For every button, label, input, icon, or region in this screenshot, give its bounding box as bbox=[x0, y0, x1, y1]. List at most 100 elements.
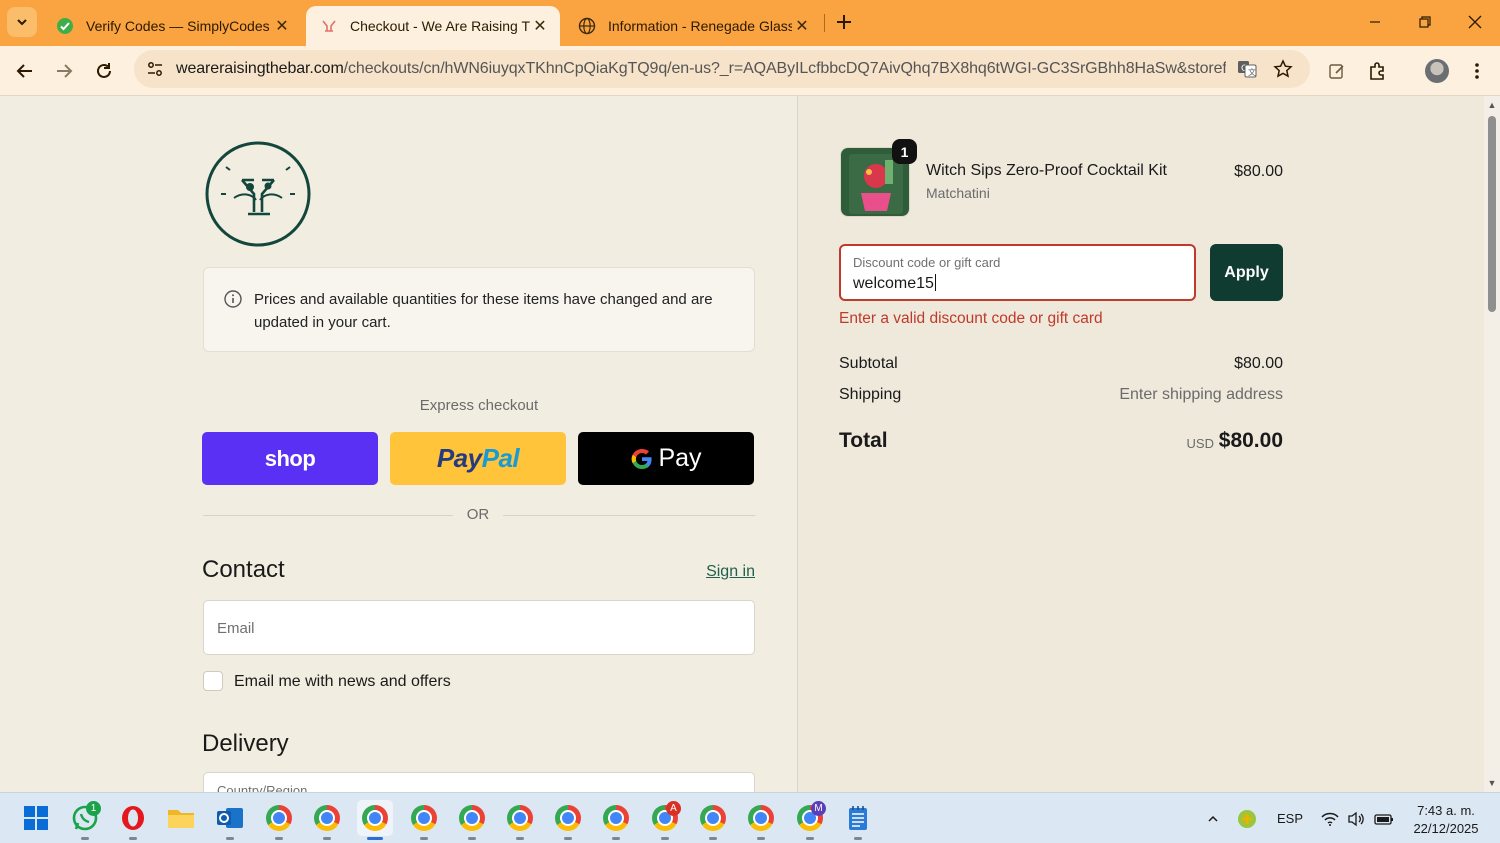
chrome-profile-4[interactable] bbox=[406, 800, 442, 840]
chrome-profile-12[interactable]: M bbox=[792, 800, 828, 840]
minimize-icon bbox=[1370, 21, 1380, 23]
tab-separator bbox=[824, 14, 825, 32]
tray-app-icon[interactable] bbox=[1234, 793, 1260, 843]
tab-renegade-glass[interactable]: Information - Renegade Glass - ✕ bbox=[564, 6, 822, 46]
avatar bbox=[1425, 59, 1449, 83]
browser-menu-button[interactable] bbox=[1462, 56, 1492, 86]
page-scrollbar[interactable]: ▲ ▼ bbox=[1484, 96, 1500, 792]
close-icon[interactable]: ✕ bbox=[792, 16, 812, 36]
running-indicator bbox=[854, 837, 862, 840]
chrome-profile-6[interactable] bbox=[502, 800, 538, 840]
chrome-profile-2[interactable] bbox=[309, 800, 345, 840]
notepad-icon bbox=[849, 806, 867, 830]
battery-icon[interactable] bbox=[1372, 793, 1396, 843]
google-pay-label: Pay bbox=[658, 444, 702, 472]
reload-button[interactable] bbox=[89, 56, 119, 86]
browser-toolbar: weareraisingthebar.com/checkouts/cn/hWN6… bbox=[0, 46, 1500, 96]
paypal-pal-text: Pal bbox=[481, 443, 520, 473]
close-icon[interactable]: ✕ bbox=[272, 16, 292, 36]
quantity-badge: 1 bbox=[892, 139, 917, 164]
chrome-icon bbox=[266, 805, 292, 831]
show-hidden-icons-button[interactable] bbox=[1200, 793, 1226, 843]
chrome-profile-8[interactable] bbox=[598, 800, 634, 840]
running-indicator bbox=[367, 837, 383, 840]
opera-app[interactable] bbox=[115, 800, 151, 840]
scroll-up-arrow-icon[interactable]: ▲ bbox=[1487, 100, 1497, 110]
email-field[interactable]: Email bbox=[203, 600, 755, 655]
shop-pay-button[interactable]: shop bbox=[202, 432, 378, 485]
sign-in-link[interactable]: Sign in bbox=[690, 563, 755, 581]
file-explorer-app[interactable] bbox=[163, 800, 199, 836]
extensions-icon[interactable] bbox=[1363, 56, 1393, 86]
product-name: Witch Sips Zero-Proof Cocktail Kit bbox=[926, 162, 1167, 179]
language-indicator[interactable]: ESP bbox=[1270, 793, 1310, 843]
chrome-icon bbox=[411, 805, 437, 831]
chevron-down-icon bbox=[17, 19, 27, 26]
bookmark-star-icon[interactable] bbox=[1268, 54, 1298, 84]
clock-time: 7:43 a. m. bbox=[1417, 803, 1475, 818]
checkout-page: Prices and available quantities for thes… bbox=[0, 96, 1484, 792]
tab-simplycodes[interactable]: Verify Codes — SimplyCodes ✕ bbox=[42, 6, 302, 46]
edit-icon[interactable] bbox=[1322, 56, 1352, 86]
profile-badge: A bbox=[666, 801, 681, 816]
chevron-up-icon bbox=[1208, 815, 1218, 822]
chrome-profile-3[interactable] bbox=[357, 800, 393, 840]
minimize-button[interactable] bbox=[1350, 4, 1400, 40]
tab-search-button[interactable] bbox=[7, 7, 37, 37]
text-caret bbox=[934, 274, 936, 291]
country-region-select[interactable]: Country/Region bbox=[203, 772, 755, 792]
news-offers-label: Email me with news and offers bbox=[234, 673, 451, 690]
forward-button[interactable] bbox=[49, 56, 79, 86]
tab-title: Verify Codes — SimplyCodes bbox=[86, 18, 270, 34]
apply-button[interactable]: Apply bbox=[1210, 244, 1283, 301]
outlook-app[interactable] bbox=[212, 800, 248, 840]
whatsapp-badge: 1 bbox=[86, 801, 101, 816]
raising-the-bar-logo[interactable] bbox=[204, 140, 312, 248]
subtotal-label: Subtotal bbox=[839, 355, 898, 372]
close-icon[interactable]: ✕ bbox=[530, 16, 550, 36]
clock-date: 22/12/2025 bbox=[1413, 821, 1479, 836]
windows-taskbar: 1 A M ESP 7:43 a. m. 22/12/2025 bbox=[0, 792, 1500, 843]
discount-value: welcome15 bbox=[853, 274, 936, 293]
chrome-profile-7[interactable] bbox=[550, 800, 586, 840]
shipping-label: Shipping bbox=[839, 386, 902, 403]
scroll-down-arrow-icon[interactable]: ▼ bbox=[1487, 778, 1497, 788]
opera-icon bbox=[122, 806, 144, 830]
paypal-pay-text: Pay bbox=[436, 443, 482, 473]
url-host: weareraisingthebar.com bbox=[176, 60, 344, 77]
chrome-profile-5[interactable] bbox=[454, 800, 490, 840]
running-indicator bbox=[226, 837, 234, 840]
scrollbar-thumb[interactable] bbox=[1488, 116, 1496, 312]
restore-button[interactable] bbox=[1400, 4, 1450, 40]
google-pay-button[interactable]: Pay bbox=[578, 432, 754, 485]
chrome-profile-10[interactable] bbox=[695, 800, 731, 840]
notice-text: Prices and available quantities for thes… bbox=[254, 291, 713, 331]
chrome-icon bbox=[603, 805, 629, 831]
system-clock[interactable]: 7:43 a. m. 22/12/2025 bbox=[1402, 802, 1490, 838]
tab-checkout[interactable]: Checkout - We Are Raising The ✕ bbox=[306, 6, 560, 46]
chrome-profile-11[interactable] bbox=[743, 800, 779, 840]
close-window-button[interactable] bbox=[1450, 4, 1500, 40]
discount-value-text: welcome15 bbox=[853, 275, 934, 292]
discount-code-input[interactable]: Discount code or gift card welcome15 bbox=[839, 244, 1196, 301]
subtotal-value: $80.00 bbox=[1234, 355, 1283, 372]
new-tab-button[interactable] bbox=[830, 8, 858, 36]
google-g-icon bbox=[632, 448, 653, 469]
notepad-app[interactable] bbox=[840, 800, 876, 840]
running-indicator bbox=[806, 837, 814, 840]
back-button[interactable] bbox=[10, 56, 40, 86]
site-info-icon[interactable] bbox=[138, 52, 172, 86]
wifi-icon[interactable] bbox=[1318, 793, 1342, 843]
translate-icon[interactable]: G文 bbox=[1232, 54, 1262, 84]
news-offers-checkbox[interactable] bbox=[203, 671, 223, 691]
volume-icon[interactable] bbox=[1344, 793, 1368, 843]
chrome-profile-1[interactable] bbox=[261, 800, 297, 840]
profile-avatar[interactable] bbox=[1422, 56, 1452, 86]
chrome-profile-9[interactable]: A bbox=[647, 800, 683, 840]
paypal-button[interactable]: PayPal bbox=[390, 432, 566, 485]
whatsapp-app[interactable]: 1 bbox=[67, 800, 103, 840]
address-bar[interactable]: weareraisingthebar.com/checkouts/cn/hWN6… bbox=[134, 50, 1310, 88]
outlook-icon bbox=[217, 808, 243, 828]
start-button[interactable] bbox=[18, 800, 54, 836]
url-path: /checkouts/cn/hWN6iuyqxTKhnCpQiaKgTQ9q/e… bbox=[343, 60, 1226, 77]
